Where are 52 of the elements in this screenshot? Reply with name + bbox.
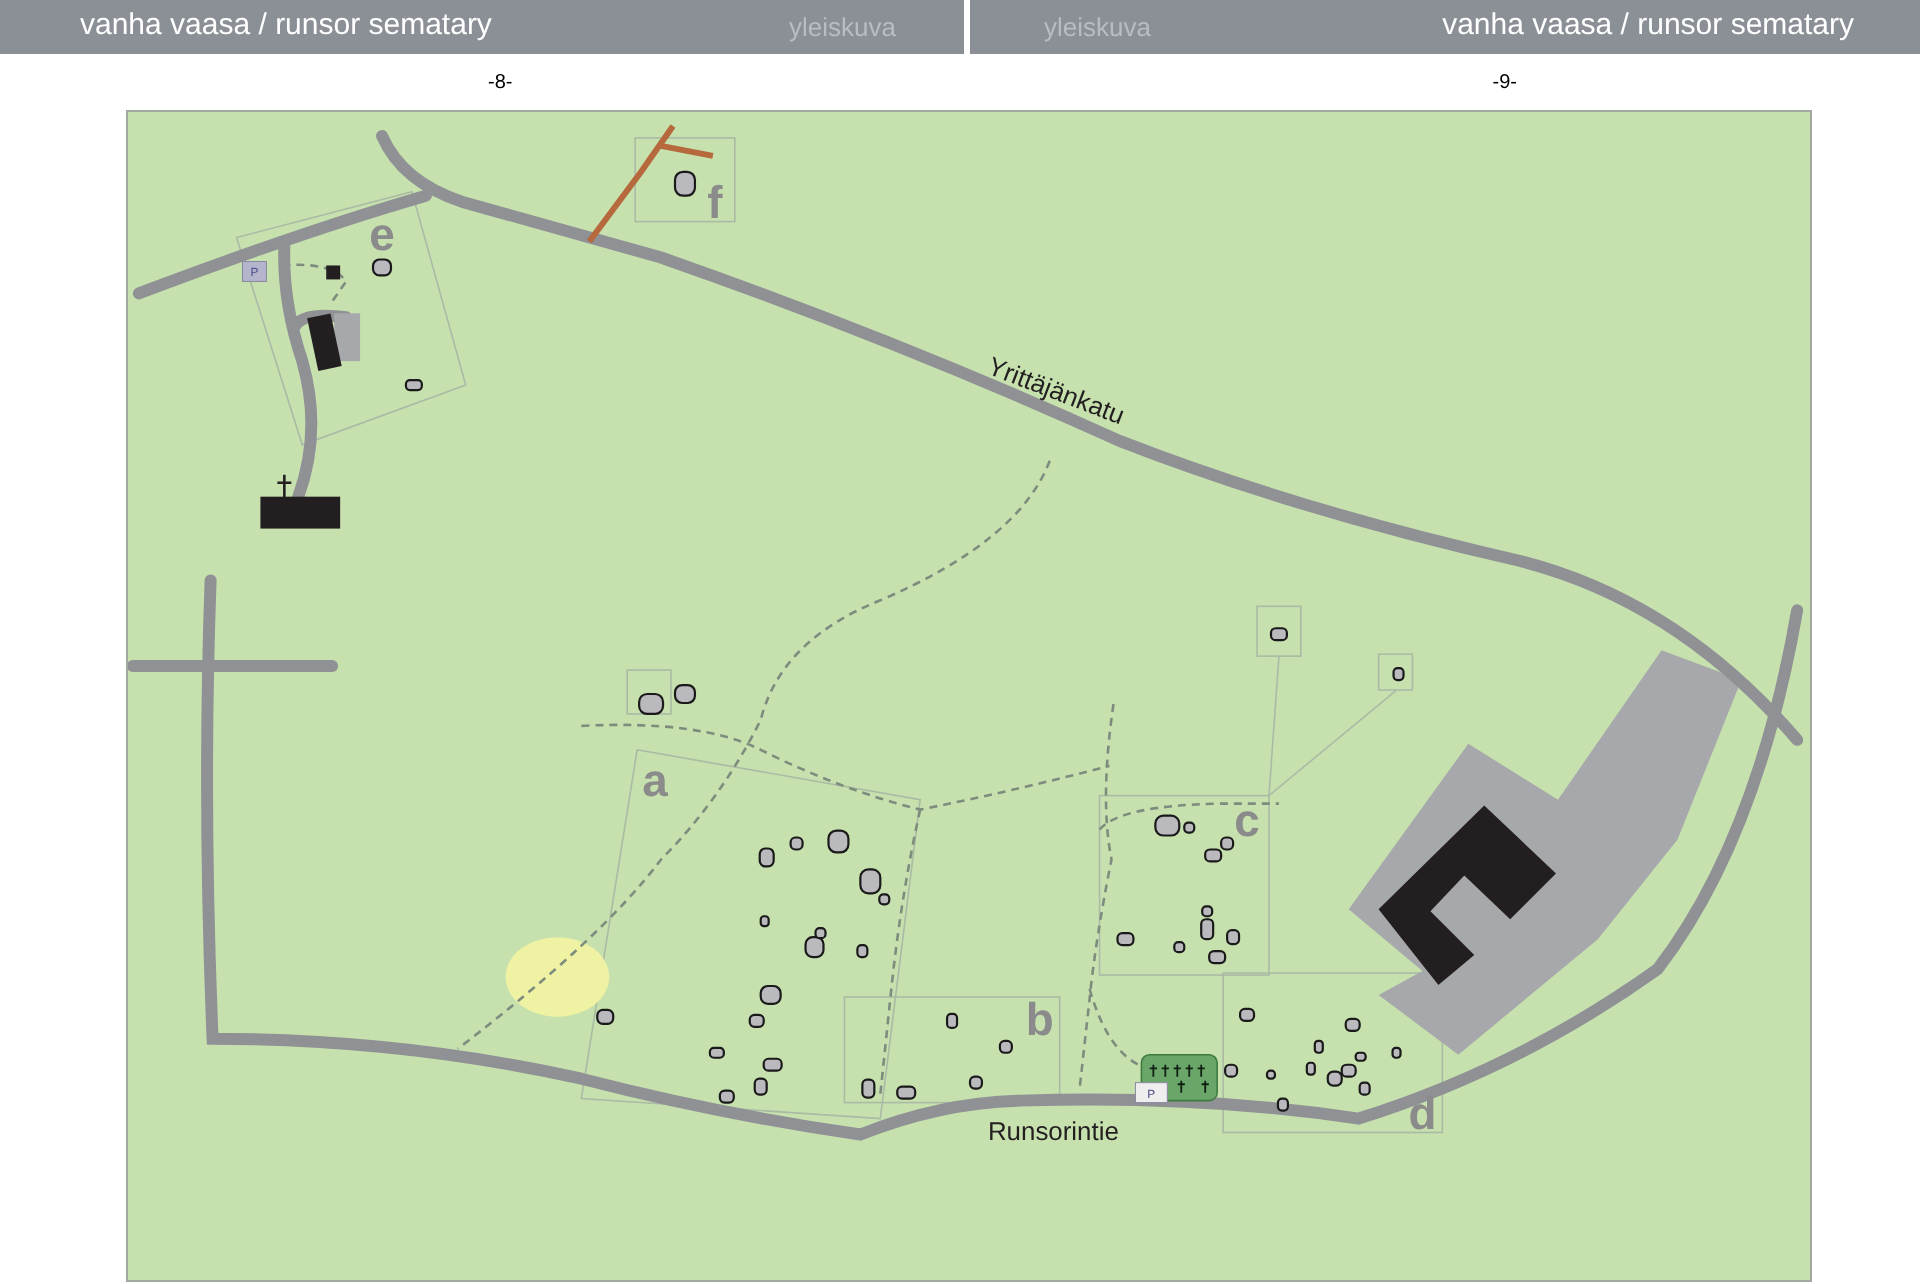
stone-icon	[1265, 1069, 1277, 1080]
stone-icon	[371, 258, 393, 277]
stone-icon	[748, 1013, 765, 1028]
stone-icon	[1392, 667, 1405, 682]
stone-icon	[673, 170, 697, 197]
stone-icon	[998, 1039, 1013, 1054]
stone-icon	[1344, 1017, 1361, 1032]
stone-icon	[856, 944, 869, 959]
building	[307, 313, 342, 371]
area-label: d	[1408, 1086, 1437, 1139]
stone-icon	[1269, 627, 1288, 642]
area-label: f	[707, 175, 723, 228]
sand-patch	[505, 937, 610, 1017]
stone-icon	[789, 836, 804, 851]
stone-icon	[896, 1085, 917, 1100]
stone-icon	[1116, 932, 1135, 947]
stone-icon	[762, 1057, 783, 1072]
area-boundary	[626, 669, 672, 715]
document-title: vanha vaasa / runsor sematary	[80, 6, 492, 47]
stone-icon	[946, 1012, 959, 1029]
stone-icon	[759, 984, 782, 1006]
page-number: -8-	[488, 69, 513, 97]
stone-icon	[1173, 941, 1186, 954]
stone-icon	[1224, 1063, 1239, 1078]
stone-icon	[718, 1089, 735, 1104]
area-boundary	[634, 137, 736, 223]
stone-icon	[404, 379, 423, 392]
stone-icon	[827, 829, 850, 854]
stone-icon	[596, 1008, 615, 1025]
stone-icon	[1276, 1097, 1289, 1112]
stone-icon	[1391, 1046, 1402, 1059]
area-label: c	[1234, 793, 1260, 846]
stone-icon	[1238, 1007, 1256, 1022]
page-number: -9-	[1492, 69, 1517, 97]
chapel-building	[260, 496, 341, 529]
stone-icon	[638, 692, 665, 716]
cross-icon	[276, 473, 293, 500]
area-label: e	[369, 207, 395, 260]
area-boundary	[1256, 605, 1302, 657]
document-title: vanha vaasa / runsor sematary	[1442, 6, 1854, 47]
area-label: b	[1025, 992, 1054, 1045]
stone-icon	[673, 683, 697, 705]
stone-icon	[968, 1075, 984, 1090]
stone-icon	[759, 915, 770, 928]
stone-icon	[708, 1046, 725, 1059]
area-boundary	[1377, 653, 1414, 691]
stone-icon	[861, 1078, 876, 1099]
building	[326, 265, 341, 280]
street-name: Runsorintie	[987, 1116, 1119, 1147]
building	[334, 313, 361, 362]
stone-icon	[758, 847, 775, 868]
area-label: a	[642, 753, 668, 806]
